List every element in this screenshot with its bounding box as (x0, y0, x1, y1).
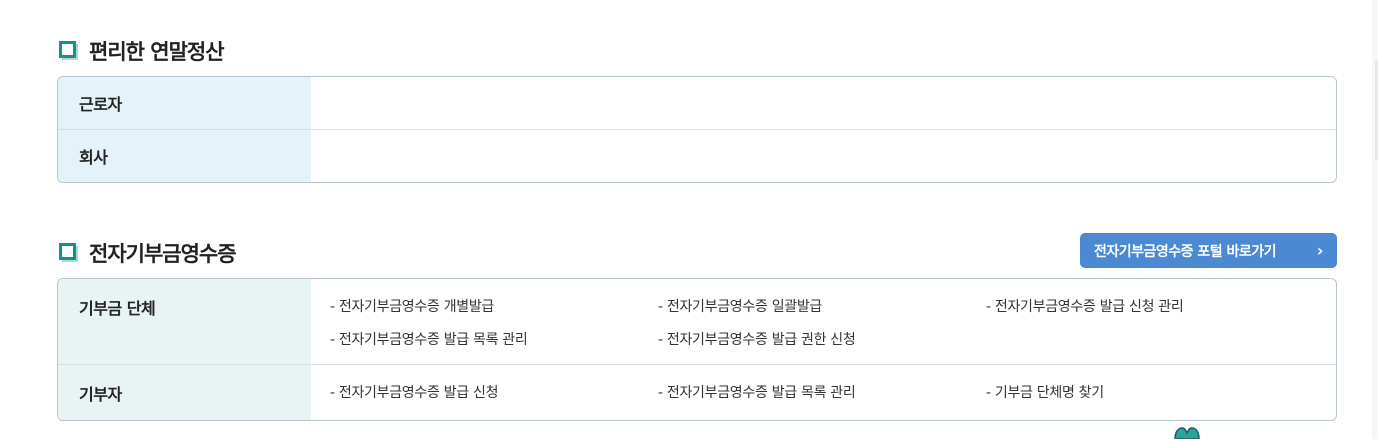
section-title-easy-settlement: 편리한 연말정산 (59, 36, 225, 66)
table-row: 기부금 단체 - 전자기부금영수증 개별발급 - 전자기부금영수증 일괄발급 -… (58, 279, 1336, 364)
row-header-organization: 기부금 단체 (58, 279, 311, 364)
link-issue-permission-request[interactable]: - 전자기부금영수증 발급 권한 신청 (658, 329, 986, 349)
row-header-donor: 기부자 (58, 365, 311, 420)
square-bullet-icon (59, 243, 79, 263)
scrollbar-track[interactable] (1372, 0, 1378, 439)
row-header-worker: 근로자 (58, 77, 311, 129)
section-title-text: 편리한 연말정산 (89, 40, 225, 64)
link-issue-request[interactable]: - 전자기부금영수증 발급 신청 (330, 382, 658, 402)
row-body-organization: - 전자기부금영수증 개별발급 - 전자기부금영수증 일괄발급 - 전자기부금영… (311, 279, 1336, 364)
donation-receipt-table: 기부금 단체 - 전자기부금영수증 개별발급 - 전자기부금영수증 일괄발급 -… (57, 278, 1337, 421)
table-row: 기부자 - 전자기부금영수증 발급 신청 - 전자기부금영수증 발급 목록 관리… (58, 364, 1336, 420)
easy-settlement-table: 근로자 회사 (57, 76, 1337, 183)
mascot-icon (1174, 427, 1200, 439)
section-title-text: 전자기부금영수증 (89, 242, 237, 266)
link-bulk-issue[interactable]: - 전자기부금영수증 일괄발급 (658, 296, 986, 316)
row-body-company (311, 130, 1336, 182)
donation-portal-button[interactable]: 전자기부금영수증 포털 바로가기 › (1080, 233, 1337, 268)
section-title-donation-receipt: 전자기부금영수증 (59, 238, 237, 268)
row-body-donor: - 전자기부금영수증 발급 신청 - 전자기부금영수증 발급 목록 관리 - 기… (311, 365, 1336, 420)
row-header-company: 회사 (58, 130, 311, 182)
table-row: 회사 (58, 129, 1336, 182)
row-body-worker (311, 77, 1336, 129)
link-find-organization-name[interactable]: - 기부금 단체명 찾기 (986, 382, 1314, 402)
link-donor-issue-list-management[interactable]: - 전자기부금영수증 발급 목록 관리 (658, 382, 986, 402)
chevron-right-icon: › (1316, 241, 1324, 260)
link-issue-request-management[interactable]: - 전자기부금영수증 발급 신청 관리 (986, 296, 1314, 316)
donation-portal-button-label: 전자기부금영수증 포털 바로가기 (1094, 243, 1277, 260)
link-individual-issue[interactable]: - 전자기부금영수증 개별발급 (330, 296, 658, 316)
link-issue-list-management[interactable]: - 전자기부금영수증 발급 목록 관리 (330, 329, 658, 349)
table-row: 근로자 (58, 77, 1336, 129)
square-bullet-icon (59, 41, 79, 61)
